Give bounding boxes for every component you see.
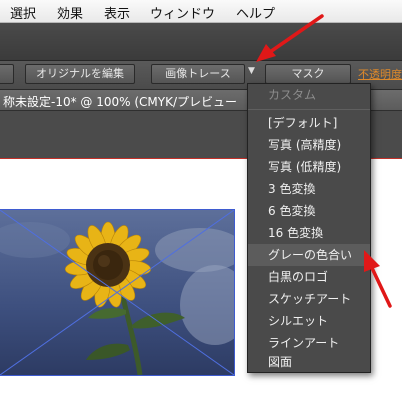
- preset-line-art[interactable]: ラインアート: [248, 332, 370, 354]
- preset-3-colors[interactable]: 3 色変換: [248, 178, 370, 200]
- application-bar: [0, 23, 402, 61]
- menu-help[interactable]: ヘルプ: [236, 3, 275, 22]
- image-trace-button[interactable]: 画像トレース: [151, 64, 245, 84]
- preset-technical-drawing[interactable]: 図面: [248, 352, 370, 372]
- preset-sketched-art[interactable]: スケッチアート: [248, 288, 370, 310]
- edit-original-button[interactable]: オリジナルを編集: [25, 64, 135, 84]
- preset-photo-high[interactable]: 写真 (高精度): [248, 134, 370, 156]
- menu-bar: 選択 効果 表示 ウィンドウ ヘルプ: [0, 0, 402, 23]
- mask-button[interactable]: マスク: [265, 64, 351, 84]
- preset-16-colors[interactable]: 16 色変換: [248, 222, 370, 244]
- menu-separator: [248, 109, 370, 110]
- opacity-link[interactable]: 不透明度: [358, 66, 402, 82]
- sunflower-photo: [0, 210, 234, 375]
- menu-view[interactable]: 表示: [104, 3, 130, 22]
- menu-header-custom: カスタム: [268, 88, 317, 102]
- document-tab-title: 称未設定-10* @ 100% (CMYK/プレビュー: [3, 95, 238, 109]
- preset-shades-of-gray[interactable]: グレーの色合い: [248, 244, 370, 266]
- menu-effect[interactable]: 効果: [57, 3, 83, 22]
- preset-photo-low[interactable]: 写真 (低精度): [248, 156, 370, 178]
- placed-image[interactable]: [0, 209, 235, 376]
- preset-6-colors[interactable]: 6 色変換: [248, 200, 370, 222]
- preset-silhouettes[interactable]: シルエット: [248, 310, 370, 332]
- menu-window[interactable]: ウィンドウ: [150, 3, 215, 22]
- image-trace-preset-menu: カスタム [デフォルト] 写真 (高精度) 写真 (低精度) 3 色変換 6 色…: [247, 83, 371, 373]
- image-trace-dropdown-arrow[interactable]: ▼: [248, 66, 255, 76]
- preset-black-white-logo[interactable]: 白黒のロゴ: [248, 266, 370, 288]
- left-edge-button[interactable]: [0, 64, 14, 84]
- menu-select[interactable]: 選択: [10, 3, 36, 22]
- preset-default[interactable]: [デフォルト]: [248, 112, 370, 134]
